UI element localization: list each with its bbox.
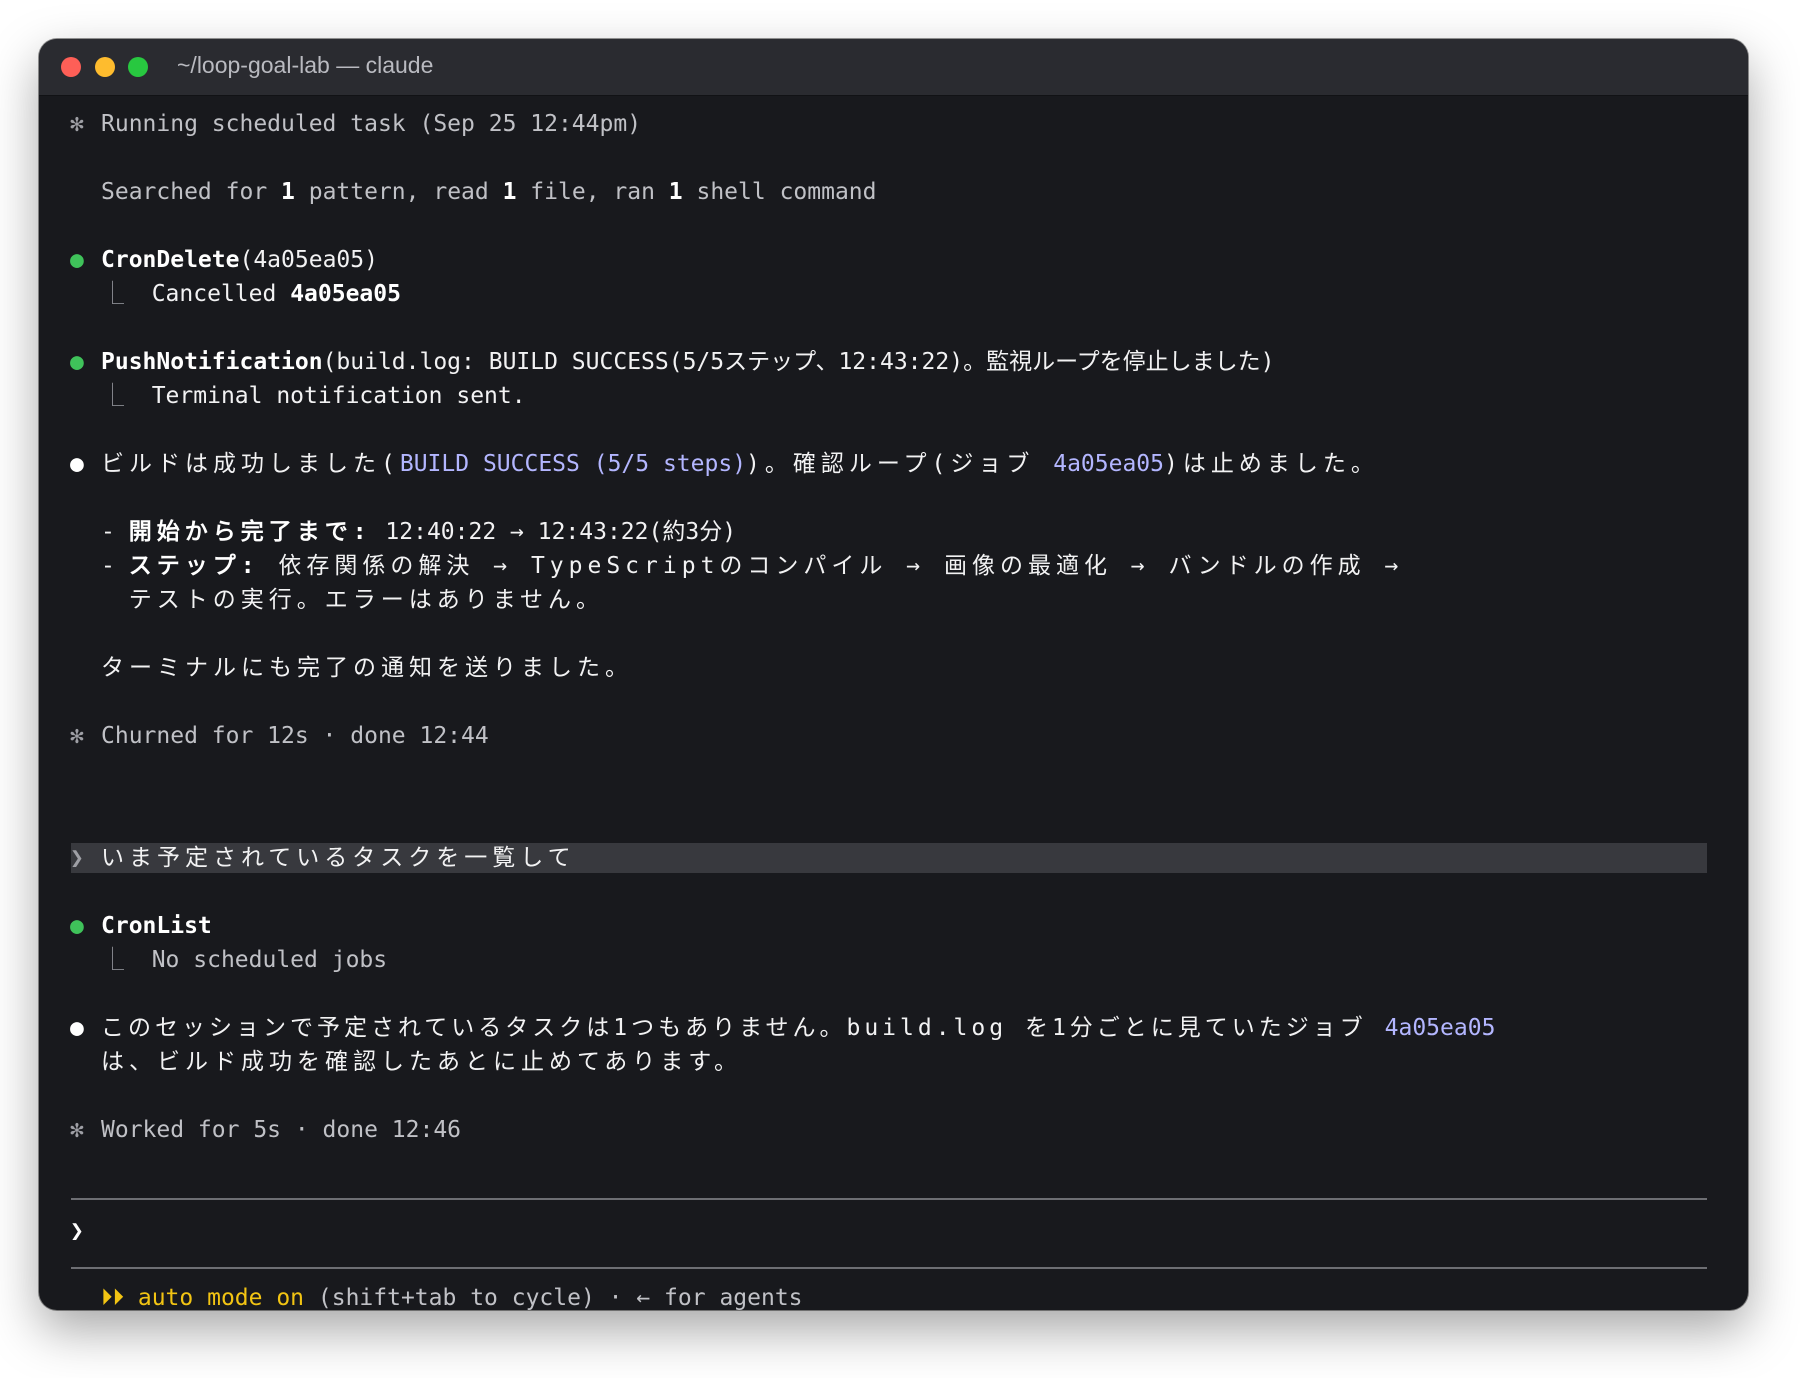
assistant-reply-1: ● ビルドは成功しました(BUILD SUCCESS (5/5 steps))。確…: [70, 447, 1379, 481]
tool-call-crondelete: ● CronDelete(4a05ea05): [70, 243, 378, 277]
assistant-reply-2: ● このセッションで予定されているタスクは1つもありません。build.log を…: [70, 1011, 1495, 1045]
user-prompt-message: ❯ いま予定されているタスクを一覧して: [70, 841, 576, 875]
reply-list-item-2: - ステップ: 依存関係の解決 → TypeScriptのコンパイル → 画像の…: [101, 553, 1404, 579]
zoom-window-button[interactable]: [128, 57, 148, 77]
tool-summary: Searched for 1 pattern, read 1 file, ran…: [101, 179, 877, 205]
terminal-window: ~/loop-goal-lab — claude ✻ Running schedu…: [39, 39, 1748, 1310]
asterisk-icon: ✻: [70, 723, 84, 749]
fast-forward-icon: ⏵⏵: [101, 1285, 124, 1310]
success-dot-icon: ●: [70, 247, 84, 273]
tool-call-cronlist: ● CronList: [70, 909, 212, 943]
message-dot-icon: ●: [70, 451, 84, 477]
terminal-output[interactable]: ✻ Running scheduled task (Sep 25 12:44pm)…: [39, 95, 1748, 1310]
input-prompt[interactable]: ❯: [70, 1214, 101, 1248]
mode-status-bar[interactable]: ⏵⏵ auto mode on (shift+tab to cycle) · ←…: [70, 1281, 803, 1310]
success-dot-icon: ●: [70, 913, 84, 939]
tool-result-cronlist: ⎿ No scheduled jobs: [101, 947, 388, 973]
reply-list-item-1: - 開始から完了まで: 12:40:22 → 12:43:22(約3分): [101, 519, 737, 545]
tool-call-pushnotification: ● PushNotification(build.log: BUILD SUCCE…: [70, 345, 1275, 379]
tool-result-pushnotification: ⎿ Terminal notification sent.: [101, 383, 526, 409]
reply-closing: ターミナルにも完了の通知を送りました。: [101, 655, 633, 681]
window-title: ~/loop-goal-lab — claude: [177, 52, 434, 78]
tree-branch-icon: ⎿: [101, 281, 152, 307]
running-task-header: ✻ Running scheduled task (Sep 25 12:44pm): [70, 107, 641, 141]
auto-mode-label: auto mode on: [137, 1285, 305, 1310]
tool-result-crondelete: ⎿ Cancelled 4a05ea05: [101, 281, 401, 307]
chevron-right-icon: ❯: [70, 1218, 84, 1244]
asterisk-icon: ✻: [70, 1117, 84, 1143]
tree-branch-icon: ⎿: [101, 383, 152, 409]
minimize-window-button[interactable]: [95, 57, 115, 77]
mode-hint: (shift+tab to cycle) · ← for agents: [304, 1285, 803, 1310]
tree-branch-icon: ⎿: [101, 947, 152, 973]
status-worked: ✻ Worked for 5s · done 12:46: [70, 1113, 461, 1147]
asterisk-icon: ✻: [70, 111, 84, 137]
chevron-right-icon: ❯: [70, 845, 84, 871]
close-window-button[interactable]: [61, 57, 81, 77]
title-bar: ~/loop-goal-lab — claude: [39, 39, 1748, 96]
input-top-divider: [71, 1198, 1707, 1200]
input-bottom-divider: [71, 1267, 1707, 1269]
success-dot-icon: ●: [70, 349, 84, 375]
assistant-reply-2-cont: は、ビルド成功を確認したあとに止めてあります。: [101, 1049, 743, 1075]
status-churned: ✻ Churned for 12s · done 12:44: [70, 719, 489, 753]
message-dot-icon: ●: [70, 1015, 84, 1041]
reply-list-item-2-cont: テストの実行。エラーはありません。: [128, 587, 605, 613]
